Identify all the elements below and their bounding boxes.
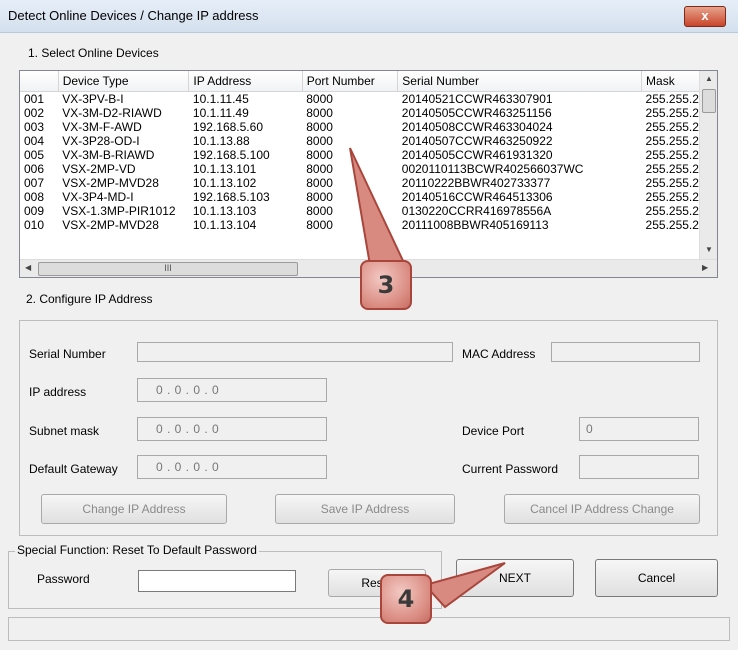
callout-3-pointer — [349, 147, 407, 266]
select-devices-label: 1. Select Online Devices — [28, 46, 159, 60]
table-cell: 10.1.13.104 — [192, 218, 257, 232]
status-bar — [8, 617, 730, 641]
configure-ip-panel: Serial Number MAC Address IP address 0 .… — [19, 320, 718, 536]
subnet-mask-field[interactable]: 0 . 0 . 0 . 0 — [137, 417, 327, 441]
table-cell: 10.1.13.103 — [192, 204, 257, 218]
table-cell: 009 — [24, 204, 45, 218]
table-cell: VX-3M-F-AWD — [62, 120, 142, 134]
table-cell: 20140508CCWR463304024 — [401, 120, 553, 134]
window-title: Detect Online Devices / Change IP addres… — [8, 8, 259, 23]
mac-address-label: MAC Address — [462, 347, 536, 361]
col-index[interactable] — [20, 71, 59, 92]
serial-number-label: Serial Number — [29, 347, 106, 361]
table-cell: VSX-2MP-VD — [62, 162, 136, 176]
device-port-label: Device Port — [462, 424, 525, 438]
table-row[interactable]: 001 VX-3PV-B-I 10.1.11.45 8000 20140521CCWR4… — [20, 92, 717, 107]
scroll-right-icon[interactable]: ▶ — [702, 263, 708, 272]
device-port-field[interactable]: 0 — [579, 417, 699, 441]
password-label: Password — [37, 572, 90, 586]
serial-number-field[interactable] — [137, 342, 453, 362]
default-gateway-label: Default Gateway — [29, 462, 118, 476]
change-ip-button[interactable]: Change IP Address — [41, 494, 227, 524]
table-cell: 8000 — [306, 106, 333, 120]
mac-address-field[interactable] — [551, 342, 700, 362]
scroll-left-icon[interactable]: ◀ — [25, 263, 31, 272]
save-ip-button[interactable]: Save IP Address — [275, 494, 455, 524]
table-cell: 192.168.5.103 — [192, 190, 270, 204]
table-cell: 006 — [24, 162, 45, 176]
close-button[interactable]: x — [684, 6, 726, 27]
table-cell: VSX-2MP-MVD28 — [62, 176, 159, 190]
table-cell: 20140521CCWR463307901 — [401, 92, 553, 106]
ip-address-label: IP address — [29, 385, 87, 399]
table-cell: VX-3P28-OD-I — [62, 134, 140, 148]
cancel-button[interactable]: Cancel — [595, 559, 718, 597]
cancel-ip-change-button[interactable]: Cancel IP Address Change — [504, 494, 700, 524]
table-cell: 8000 — [306, 92, 333, 106]
title-bar: Detect Online Devices / Change IP addres… — [0, 0, 738, 33]
table-cell: VX-3M-B-RIAWD — [62, 148, 155, 162]
scroll-up-icon[interactable]: ▲ — [705, 74, 713, 83]
vertical-scrollbar[interactable]: ▲ ▼ — [699, 71, 717, 259]
table-cell: VSX-2MP-MVD28 — [62, 218, 159, 232]
table-cell: 007 — [24, 176, 45, 190]
default-gateway-field[interactable]: 0 . 0 . 0 . 0 — [137, 455, 327, 479]
table-cell: 10.1.13.102 — [192, 176, 257, 190]
horizontal-scroll-thumb[interactable]: III — [38, 262, 298, 276]
configure-ip-label: 2. Configure IP Address — [26, 292, 153, 306]
table-cell: 10.1.13.101 — [192, 162, 257, 176]
table-cell: 10.1.11.49 — [192, 106, 249, 120]
table-cell: 005 — [24, 148, 45, 162]
table-cell: 004 — [24, 134, 45, 148]
callout-3-badge: 3 — [360, 260, 412, 310]
current-password-label: Current Password — [462, 462, 559, 476]
table-cell: 20140505CCWR463251156 — [401, 106, 552, 120]
table-cell: VX-3M-D2-RIAWD — [62, 106, 162, 120]
table-cell: 003 — [24, 120, 45, 134]
ip-address-field[interactable]: 0 . 0 . 0 . 0 — [137, 378, 327, 402]
table-row[interactable]: 003 VX-3M-F-AWD 192.168.5.60 8000 20140508CC… — [20, 120, 717, 134]
table-cell: VX-3P4-MD-I — [62, 190, 134, 204]
col-serial-number[interactable]: Serial Number — [397, 71, 643, 92]
special-function-legend: Special Function: Reset To Default Passw… — [15, 543, 259, 557]
current-password-field[interactable] — [579, 455, 699, 479]
table-cell: 8000 — [306, 120, 333, 134]
table-cell: 10.1.13.88 — [192, 134, 250, 148]
scroll-down-icon[interactable]: ▼ — [705, 245, 713, 254]
dialog-window: Detect Online Devices / Change IP addres… — [0, 0, 738, 650]
password-input[interactable] — [138, 570, 296, 592]
table-cell: 192.168.5.100 — [192, 148, 270, 162]
col-ip-address[interactable]: IP Address — [188, 71, 303, 92]
table-cell: VX-3PV-B-I — [62, 92, 124, 106]
table-cell: VSX-1.3MP-PIR1012 — [62, 204, 176, 218]
col-device-type[interactable]: Device Type — [58, 71, 190, 92]
subnet-mask-label: Subnet mask — [29, 424, 100, 438]
table-cell: 010 — [24, 218, 45, 232]
table-cell: 001 — [24, 92, 45, 106]
callout-4-badge: 4 — [380, 574, 432, 624]
col-port-number[interactable]: Port Number — [302, 71, 399, 92]
special-function-group: Special Function: Reset To Default Passw… — [8, 543, 442, 609]
table-header: Device Type IP Address Port Number Seria… — [20, 71, 717, 92]
table-cell: 002 — [24, 106, 45, 120]
vertical-scroll-thumb[interactable] — [702, 89, 716, 113]
table-row[interactable]: 002 VX-3M-D2-RIAWD 10.1.11.49 8000 20140505C… — [20, 106, 717, 120]
table-cell: 008 — [24, 190, 45, 204]
table-cell: 10.1.11.45 — [192, 92, 249, 106]
table-cell: 192.168.5.60 — [192, 120, 263, 134]
